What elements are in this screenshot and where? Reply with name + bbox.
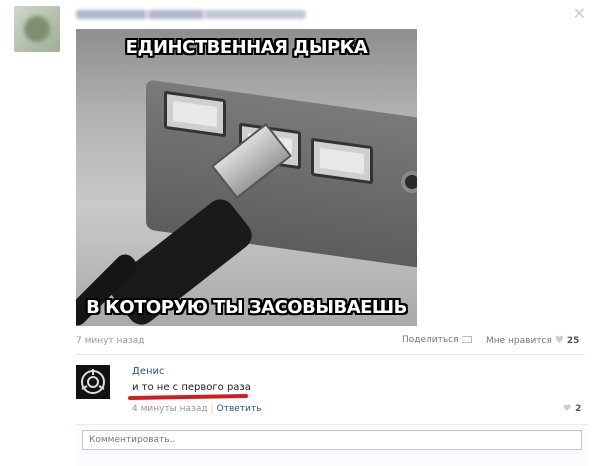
share-button[interactable]: Поделиться [402,335,472,345]
meta-separator: | [210,404,214,414]
comment-like-button[interactable]: ♥ 2 [563,404,581,414]
scp-logo-icon [81,369,105,394]
heart-icon: ♥ [563,404,572,414]
audio-jack-image [401,171,417,193]
comment-meta: 4 минуты назад | Ответить [132,404,261,414]
comment-input[interactable]: Комментировать.. [82,430,582,450]
comment-text: и то не с первого раза [132,382,251,393]
group-name-blurred[interactable] [76,10,306,19]
commenter-avatar[interactable] [76,365,110,399]
group-avatar[interactable] [14,6,60,52]
share-label: Поделиться [402,335,459,345]
share-icon [461,336,472,343]
red-underline-annotation [127,393,249,401]
commenter-name[interactable]: Денис [132,366,165,377]
like-count: 25 [566,336,580,346]
close-icon[interactable]: ✕ [573,4,586,23]
comment-like-count: 2 [575,404,582,414]
heart-icon: ♥ [554,335,564,346]
meme-caption-top: ЕДИНСТВЕННАЯ ДЫРКА [125,37,368,58]
reply-link[interactable]: Ответить [217,404,262,414]
meme-caption-bottom: В КОТОРУЮ ТЫ ЗАСОВЫВАЕШЬ [86,297,407,318]
like-label: Мне нравится [486,336,552,346]
comment-time[interactable]: 4 минуты назад [132,404,208,414]
like-button[interactable]: Мне нравится ♥ 25 [486,335,579,346]
meme-image[interactable]: ЕДИНСТВЕННАЯ ДЫРКА В КОТОРУЮ ТЫ ЗАСОВЫВА… [76,29,417,326]
post-time[interactable]: 7 минут назад [76,336,144,346]
divider [76,354,585,355]
